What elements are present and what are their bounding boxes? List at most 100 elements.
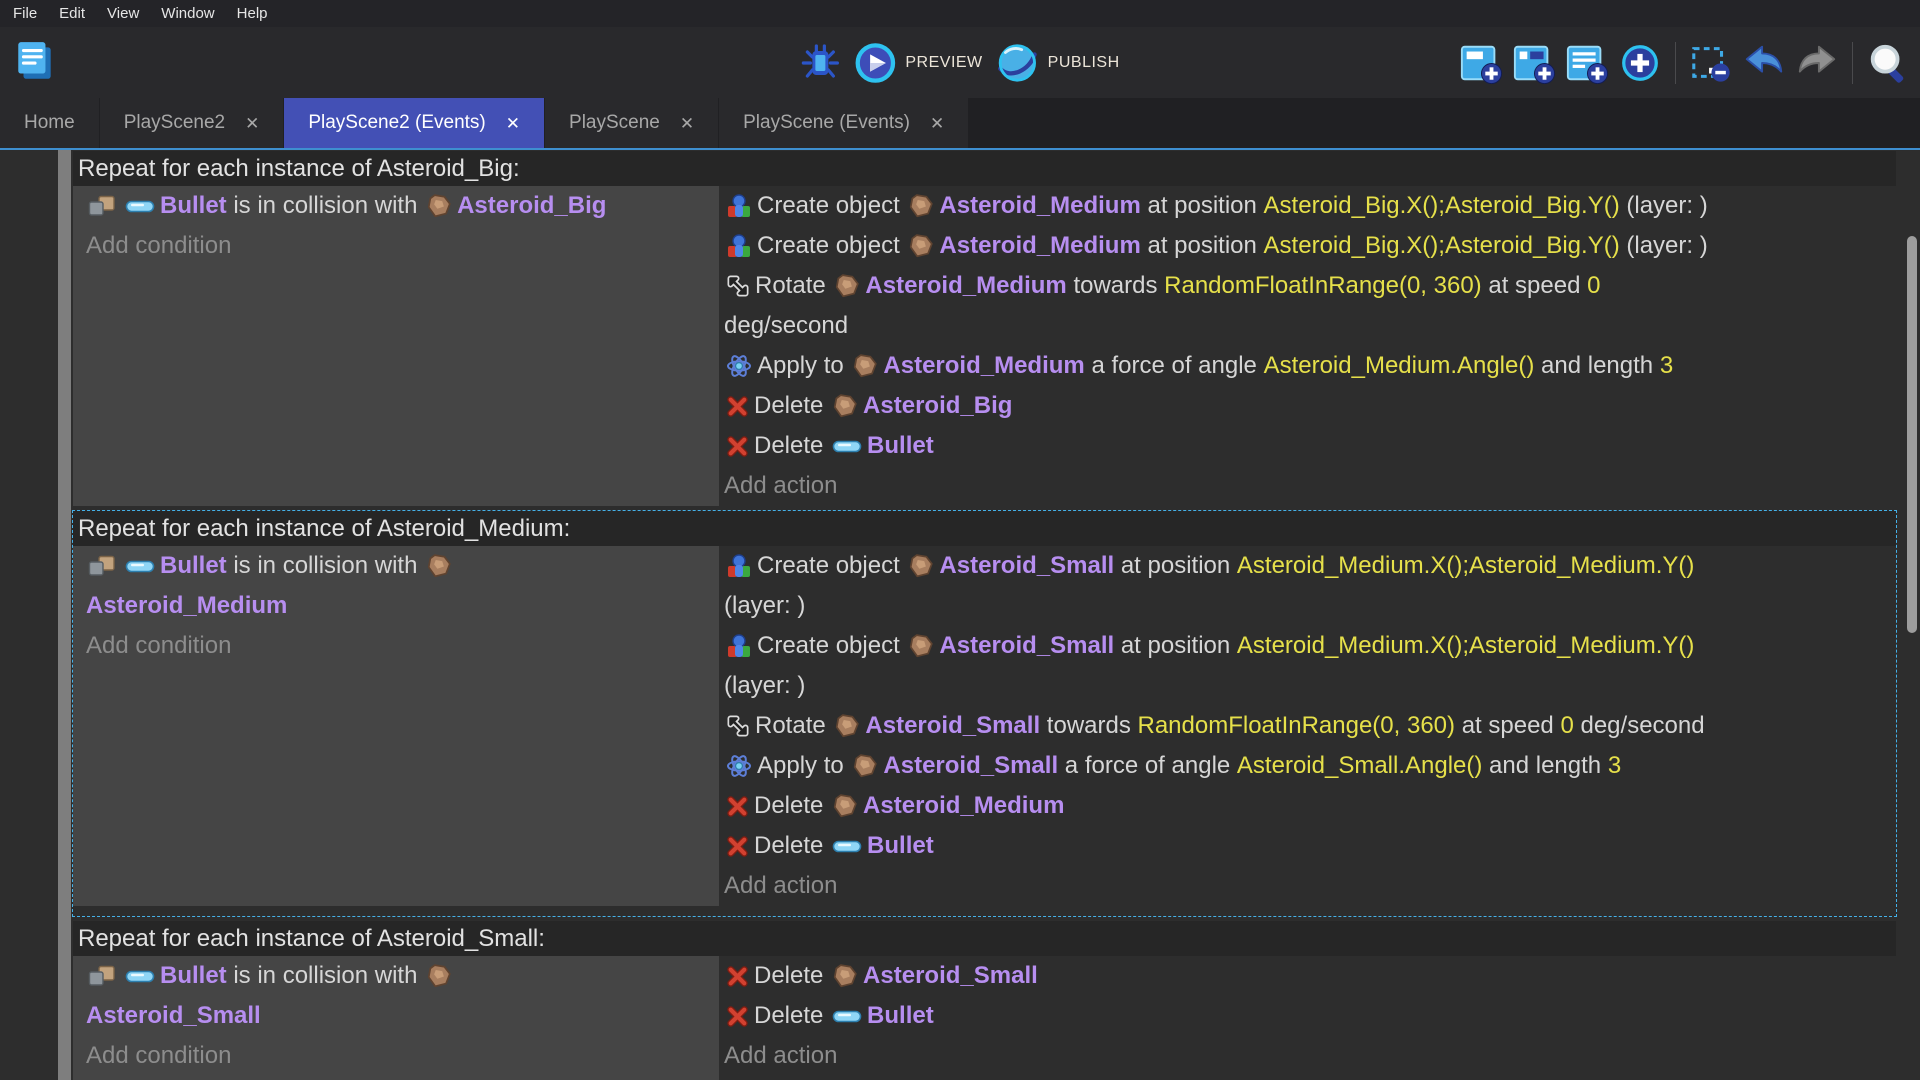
instruction-text: at position: [1140, 232, 1264, 259]
add-action-link[interactable]: Add action: [719, 466, 1896, 506]
asteroid-icon: [852, 353, 878, 379]
add-action-link[interactable]: Add action: [719, 866, 1896, 906]
menu-item-view[interactable]: View: [96, 5, 150, 22]
collision-icon: [88, 964, 118, 988]
delete-icon: [726, 395, 749, 418]
condition-row[interactable]: Bullet is in collision with: [73, 546, 719, 586]
event-header[interactable]: Repeat for each instance of Asteroid_Big…: [73, 151, 1896, 186]
object-name: Bullet: [160, 192, 227, 219]
asteroid-icon: [908, 233, 934, 259]
events-sheet: Repeat for each instance of Asteroid_Big…: [0, 150, 1920, 1080]
instruction-text: Delete: [754, 1002, 831, 1029]
event-body: Bullet is in collision with Asteroid_Big…: [73, 186, 1896, 506]
condition-row[interactable]: Bullet is in collision with Asteroid_Big: [73, 186, 719, 226]
add-condition-link[interactable]: Add condition: [73, 226, 719, 266]
instruction-text: and length: [1482, 752, 1608, 779]
expression-text: 0: [1587, 272, 1601, 299]
instruction-text: Delete: [754, 392, 831, 419]
asteroid-icon: [426, 963, 452, 989]
remove-selection-icon[interactable]: [1689, 41, 1733, 85]
close-icon[interactable]: ✕: [506, 115, 520, 132]
delete-icon: [726, 835, 749, 858]
delete-icon: [726, 965, 749, 988]
action-row[interactable]: Delete Bullet: [719, 826, 1896, 866]
action-row[interactable]: Delete Asteroid_Small: [719, 956, 1896, 996]
add-circle-icon[interactable]: [1618, 41, 1662, 85]
action-row[interactable]: Create object Asteroid_Small at position…: [719, 626, 1896, 666]
action-row[interactable]: Rotate Asteroid_Medium towards RandomFlo…: [719, 266, 1896, 306]
tab-label: PlayScene (Events): [743, 112, 910, 133]
tab-label: PlayScene2 (Events): [308, 112, 486, 133]
action-row[interactable]: Apply to Asteroid_Medium a force of angl…: [719, 346, 1896, 386]
delete-icon: [726, 795, 749, 818]
add-action-link[interactable]: Add action: [719, 1036, 1896, 1076]
action-row[interactable]: Delete Bullet: [719, 996, 1896, 1036]
tab-playscene2[interactable]: PlayScene2 ✕: [99, 98, 284, 148]
tab-playscene2-events[interactable]: PlayScene2 (Events) ✕: [284, 98, 545, 148]
publish-button[interactable]: PUBLISH: [997, 42, 1120, 84]
toolbar-separator: [1852, 41, 1853, 84]
actions-column: Create object Asteroid_Medium at positio…: [719, 186, 1896, 506]
tab-playscene[interactable]: PlayScene ✕: [545, 98, 719, 148]
asteroid-icon: [832, 963, 858, 989]
bullet-icon: [832, 839, 862, 854]
action-row[interactable]: Delete Asteroid_Big: [719, 386, 1896, 426]
tab-home[interactable]: Home: [0, 98, 99, 148]
action-row[interactable]: Create object Asteroid_Medium at positio…: [719, 186, 1896, 226]
instruction-text: (layer: ): [1619, 192, 1708, 219]
toolbar-center: PREVIEW PUBLISH: [800, 27, 1119, 98]
action-row[interactable]: Create object Asteroid_Medium at positio…: [719, 226, 1896, 266]
add-condition-link[interactable]: Add condition: [73, 626, 719, 666]
search-icon[interactable]: [1866, 41, 1910, 85]
instruction-text: is in collision with: [226, 552, 425, 579]
action-row[interactable]: Apply to Asteroid_Small a force of angle…: [719, 746, 1896, 786]
event-header[interactable]: Repeat for each instance of Asteroid_Med…: [73, 511, 1896, 546]
tab-playscene-events[interactable]: PlayScene (Events) ✕: [719, 98, 969, 148]
menu-item-help[interactable]: Help: [226, 5, 279, 22]
add-comment-icon[interactable]: [1565, 41, 1609, 85]
add-event-icon[interactable]: [1459, 41, 1503, 85]
action-row[interactable]: Rotate Asteroid_Small towards RandomFloa…: [719, 706, 1896, 746]
menu-item-edit[interactable]: Edit: [48, 5, 96, 22]
scrollbar-thumb[interactable]: [1907, 236, 1917, 633]
condition-row[interactable]: Bullet is in collision with: [73, 956, 719, 996]
force-icon: [726, 753, 752, 779]
close-icon[interactable]: ✕: [245, 115, 259, 132]
object-name: Bullet: [867, 432, 934, 459]
play-icon: [854, 42, 896, 84]
add-subevent-icon[interactable]: [1512, 41, 1556, 85]
object-name: Asteroid_Medium: [865, 272, 1067, 299]
event-header[interactable]: Repeat for each instance of Asteroid_Sma…: [73, 921, 1896, 956]
object-name: Asteroid_Small: [865, 712, 1041, 739]
asteroid-icon: [908, 553, 934, 579]
add-condition-link[interactable]: Add condition: [73, 1036, 719, 1076]
menu-item-window[interactable]: Window: [150, 5, 225, 22]
asteroid-icon: [832, 793, 858, 819]
conditions-column: Bullet is in collision with Asteroid_Sma…: [73, 956, 719, 1080]
menu-item-file[interactable]: File: [2, 5, 48, 22]
undo-icon[interactable]: [1742, 41, 1786, 85]
condition-row[interactable]: Asteroid_Small: [73, 996, 719, 1036]
debug-icon[interactable]: [800, 43, 840, 83]
bullet-icon: [125, 199, 155, 214]
object-name: Asteroid_Small: [939, 632, 1115, 659]
bullet-icon: [125, 559, 155, 574]
close-icon[interactable]: ✕: [930, 115, 944, 132]
tab-label: PlayScene2: [123, 112, 226, 133]
action-row[interactable]: Delete Bullet: [719, 426, 1896, 466]
action-row[interactable]: Create object Asteroid_Small at position…: [719, 546, 1896, 586]
project-manager-button[interactable]: [12, 38, 58, 84]
action-row[interactable]: (layer: ): [719, 666, 1896, 706]
close-icon[interactable]: ✕: [680, 115, 694, 132]
bullet-icon: [832, 1009, 862, 1024]
action-row[interactable]: Delete Asteroid_Medium: [719, 786, 1896, 826]
condition-row[interactable]: Asteroid_Medium: [73, 586, 719, 626]
expression-text: RandomFloatInRange(0, 360): [1164, 272, 1482, 299]
preview-button[interactable]: PREVIEW: [854, 42, 982, 84]
expression-text: Asteroid_Medium.X();Asteroid_Medium.Y(): [1236, 552, 1695, 579]
instruction-text: Delete: [754, 962, 831, 989]
redo-icon: [1795, 41, 1839, 85]
action-row[interactable]: deg/second: [719, 306, 1896, 346]
action-row[interactable]: (layer: ): [719, 586, 1896, 626]
bullet-icon: [125, 969, 155, 984]
